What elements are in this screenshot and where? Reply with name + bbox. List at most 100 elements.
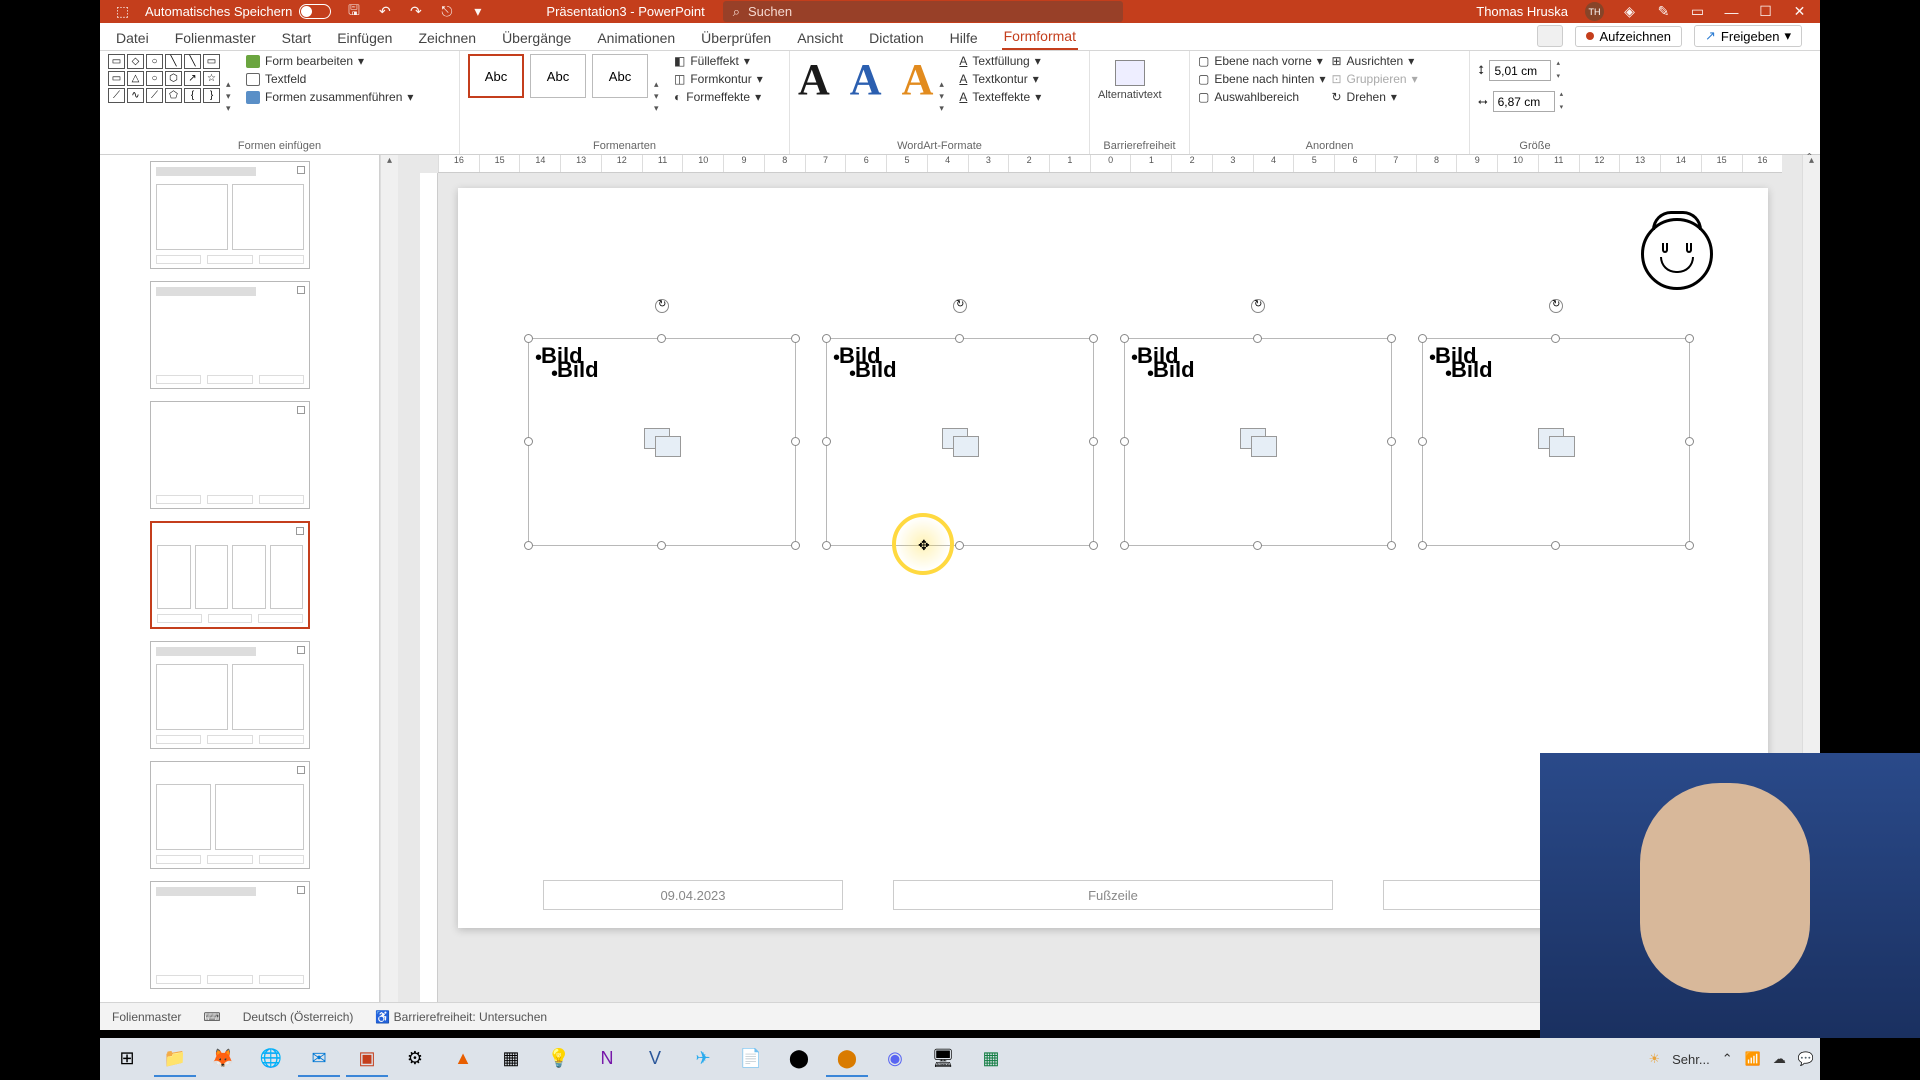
diamond-icon[interactable]: ◈ [1621,3,1638,20]
group-button[interactable]: ⊡ Gruppieren ▾ [1331,72,1417,86]
onenote-icon[interactable]: N [586,1041,628,1077]
user-avatar[interactable]: TH [1585,2,1604,21]
align-button[interactable]: ⊞ Ausrichten ▾ [1331,54,1417,68]
tab-zeichnen[interactable]: Zeichnen [416,26,478,50]
layout-thumb[interactable] [150,401,310,509]
rotate-button[interactable]: ↻ Drehen ▾ [1331,90,1417,104]
height-input[interactable]: ⭥▴▾ [1478,60,1563,81]
text-effects-button[interactable]: A Texteffekte ▾ [959,90,1041,104]
tab-animationen[interactable]: Animationen [595,26,677,50]
start-button[interactable]: ⊞ [106,1041,148,1077]
redo-icon[interactable]: ↷ [407,3,424,20]
vlc-icon[interactable]: ▲ [442,1041,484,1077]
tab-uebergaenge[interactable]: Übergänge [500,26,573,50]
wordart-style-1[interactable]: A [798,54,830,105]
tray-network-icon[interactable]: 📶 [1745,1051,1761,1067]
tab-datei[interactable]: Datei [114,26,151,50]
app-icon[interactable]: ▦ [490,1041,532,1077]
qa-more-icon[interactable]: ▾ [469,3,486,20]
tab-folienmaster[interactable]: Folienmaster [173,26,258,50]
discord-icon[interactable]: ◉ [874,1041,916,1077]
tab-start[interactable]: Start [280,26,314,50]
send-backward-button[interactable]: ▢ Ebene nach hinten ▾ [1198,72,1325,86]
image-placeholder-1[interactable]: •Bild •Bild [528,338,796,546]
shape-effects-button[interactable]: ◐ Formeffekte ▾ [674,90,763,104]
wordart-style-3[interactable]: A [902,54,934,105]
footer-placeholder[interactable]: Fußzeile [893,880,1333,910]
layout-thumb[interactable] [150,641,310,749]
app-icon[interactable]: 📄 [730,1041,772,1077]
save-icon[interactable]: 🖫 [345,3,362,20]
share-button[interactable]: ↗Freigeben▾ [1694,25,1802,47]
shape-style-2[interactable]: Abc [530,54,586,98]
telegram-icon[interactable]: ✈ [682,1041,724,1077]
touch-icon[interactable]: ⎋ [438,3,455,20]
bring-forward-button[interactable]: ▢ Ebene nach vorne ▾ [1198,54,1325,68]
status-view[interactable]: Folienmaster [112,1010,181,1024]
tab-hilfe[interactable]: Hilfe [948,26,980,50]
system-tray[interactable]: ☀Sehr... ⌃ 📶 ☁ 💬 [1648,1051,1814,1067]
thumbnail-panel[interactable] [100,155,380,1002]
text-fill-button[interactable]: A Textfüllung ▾ [959,54,1041,68]
shapes-gallery[interactable]: ▭◇○╲╲▭ ▭△○⬡↗☆ ⟋∿⟋⬠{} [108,54,220,103]
maximize-icon[interactable]: ☐ [1757,3,1774,20]
layout-thumb[interactable] [150,161,310,269]
edit-shape-button[interactable]: Form bearbeiten ▾ [246,54,413,68]
record-button[interactable]: Aufzeichnen [1575,26,1682,47]
status-keyboard-icon[interactable]: ⌨ [203,1010,220,1024]
layout-thumb[interactable] [150,281,310,389]
image-placeholder-3[interactable]: •Bild •Bild [1124,338,1392,546]
layout-thumb-selected[interactable] [150,521,310,629]
smiley-shape[interactable] [1641,218,1713,290]
chrome-icon[interactable]: 🌐 [250,1041,292,1077]
textbox-button[interactable]: Textfeld [246,72,413,86]
tab-ansicht[interactable]: Ansicht [795,26,845,50]
app-icon[interactable]: ⬤ [778,1041,820,1077]
minimize-icon[interactable]: — [1723,3,1740,20]
home-icon[interactable]: ⬚ [114,3,131,20]
shape-fill-button[interactable]: ◧ Fülleffekt ▾ [674,54,763,68]
text-outline-button[interactable]: A Textkontur ▾ [959,72,1041,86]
app-icon[interactable]: 🖥 [922,1041,964,1077]
firefox-icon[interactable]: 🦊 [202,1041,244,1077]
tray-chat-icon[interactable]: 💬 [1798,1051,1814,1067]
image-placeholder-2[interactable]: •Bild •Bild [826,338,1094,546]
close-icon[interactable]: ✕ [1791,3,1808,20]
app-icon[interactable]: ⬤ [826,1041,868,1077]
wordart-style-2[interactable]: A [850,54,882,105]
app-icon[interactable]: ⚙ [394,1041,436,1077]
undo-icon[interactable]: ↶ [376,3,393,20]
app-icon[interactable]: 💡 [538,1041,580,1077]
merge-shapes-button[interactable]: Formen zusammenführen ▾ [246,90,413,104]
window-icon[interactable]: ▭ [1689,3,1706,20]
thumb-scrollbar[interactable]: ▴ [380,155,398,1002]
tab-dictation[interactable]: Dictation [867,26,925,50]
layout-thumb[interactable] [150,761,310,869]
image-placeholder-4[interactable]: •Bild •Bild [1422,338,1690,546]
comments-button[interactable] [1537,25,1563,47]
selection-pane-button[interactable]: ▢ Auswahlbereich [1198,90,1325,104]
user-name[interactable]: Thomas Hruska [1476,4,1568,19]
excel-icon[interactable]: ▦ [970,1041,1012,1077]
outlook-icon[interactable]: ✉ [298,1041,340,1077]
tab-formformat[interactable]: Formformat [1002,24,1078,50]
width-input[interactable]: ⭤▴▾ [1478,91,1563,112]
tray-cloud-icon[interactable]: ☁ [1773,1051,1786,1067]
status-language[interactable]: Deutsch (Österreich) [243,1010,354,1024]
tray-chevron-icon[interactable]: ⌃ [1722,1051,1733,1067]
search-box[interactable]: ⌕ Suchen [723,1,1123,22]
tab-einfuegen[interactable]: Einfügen [335,26,394,50]
shape-style-3[interactable]: Abc [592,54,648,98]
shape-style-1[interactable]: Abc [468,54,524,98]
pen-icon[interactable]: ✎ [1655,3,1672,20]
alt-text-button[interactable]: Alternativtext [1098,54,1162,101]
visio-icon[interactable]: V [634,1041,676,1077]
explorer-icon[interactable]: 📁 [154,1041,196,1077]
date-placeholder[interactable]: 09.04.2023 [543,880,843,910]
powerpoint-icon[interactable]: ▣ [346,1041,388,1077]
tab-ueberpruefen[interactable]: Überprüfen [699,26,773,50]
status-accessibility[interactable]: ♿ Barrierefreiheit: Untersuchen [375,1010,547,1024]
autosave-toggle[interactable]: Automatisches Speichern [145,4,331,19]
layout-thumb[interactable] [150,881,310,989]
shape-outline-button[interactable]: ◫ Formkontur ▾ [674,72,763,86]
